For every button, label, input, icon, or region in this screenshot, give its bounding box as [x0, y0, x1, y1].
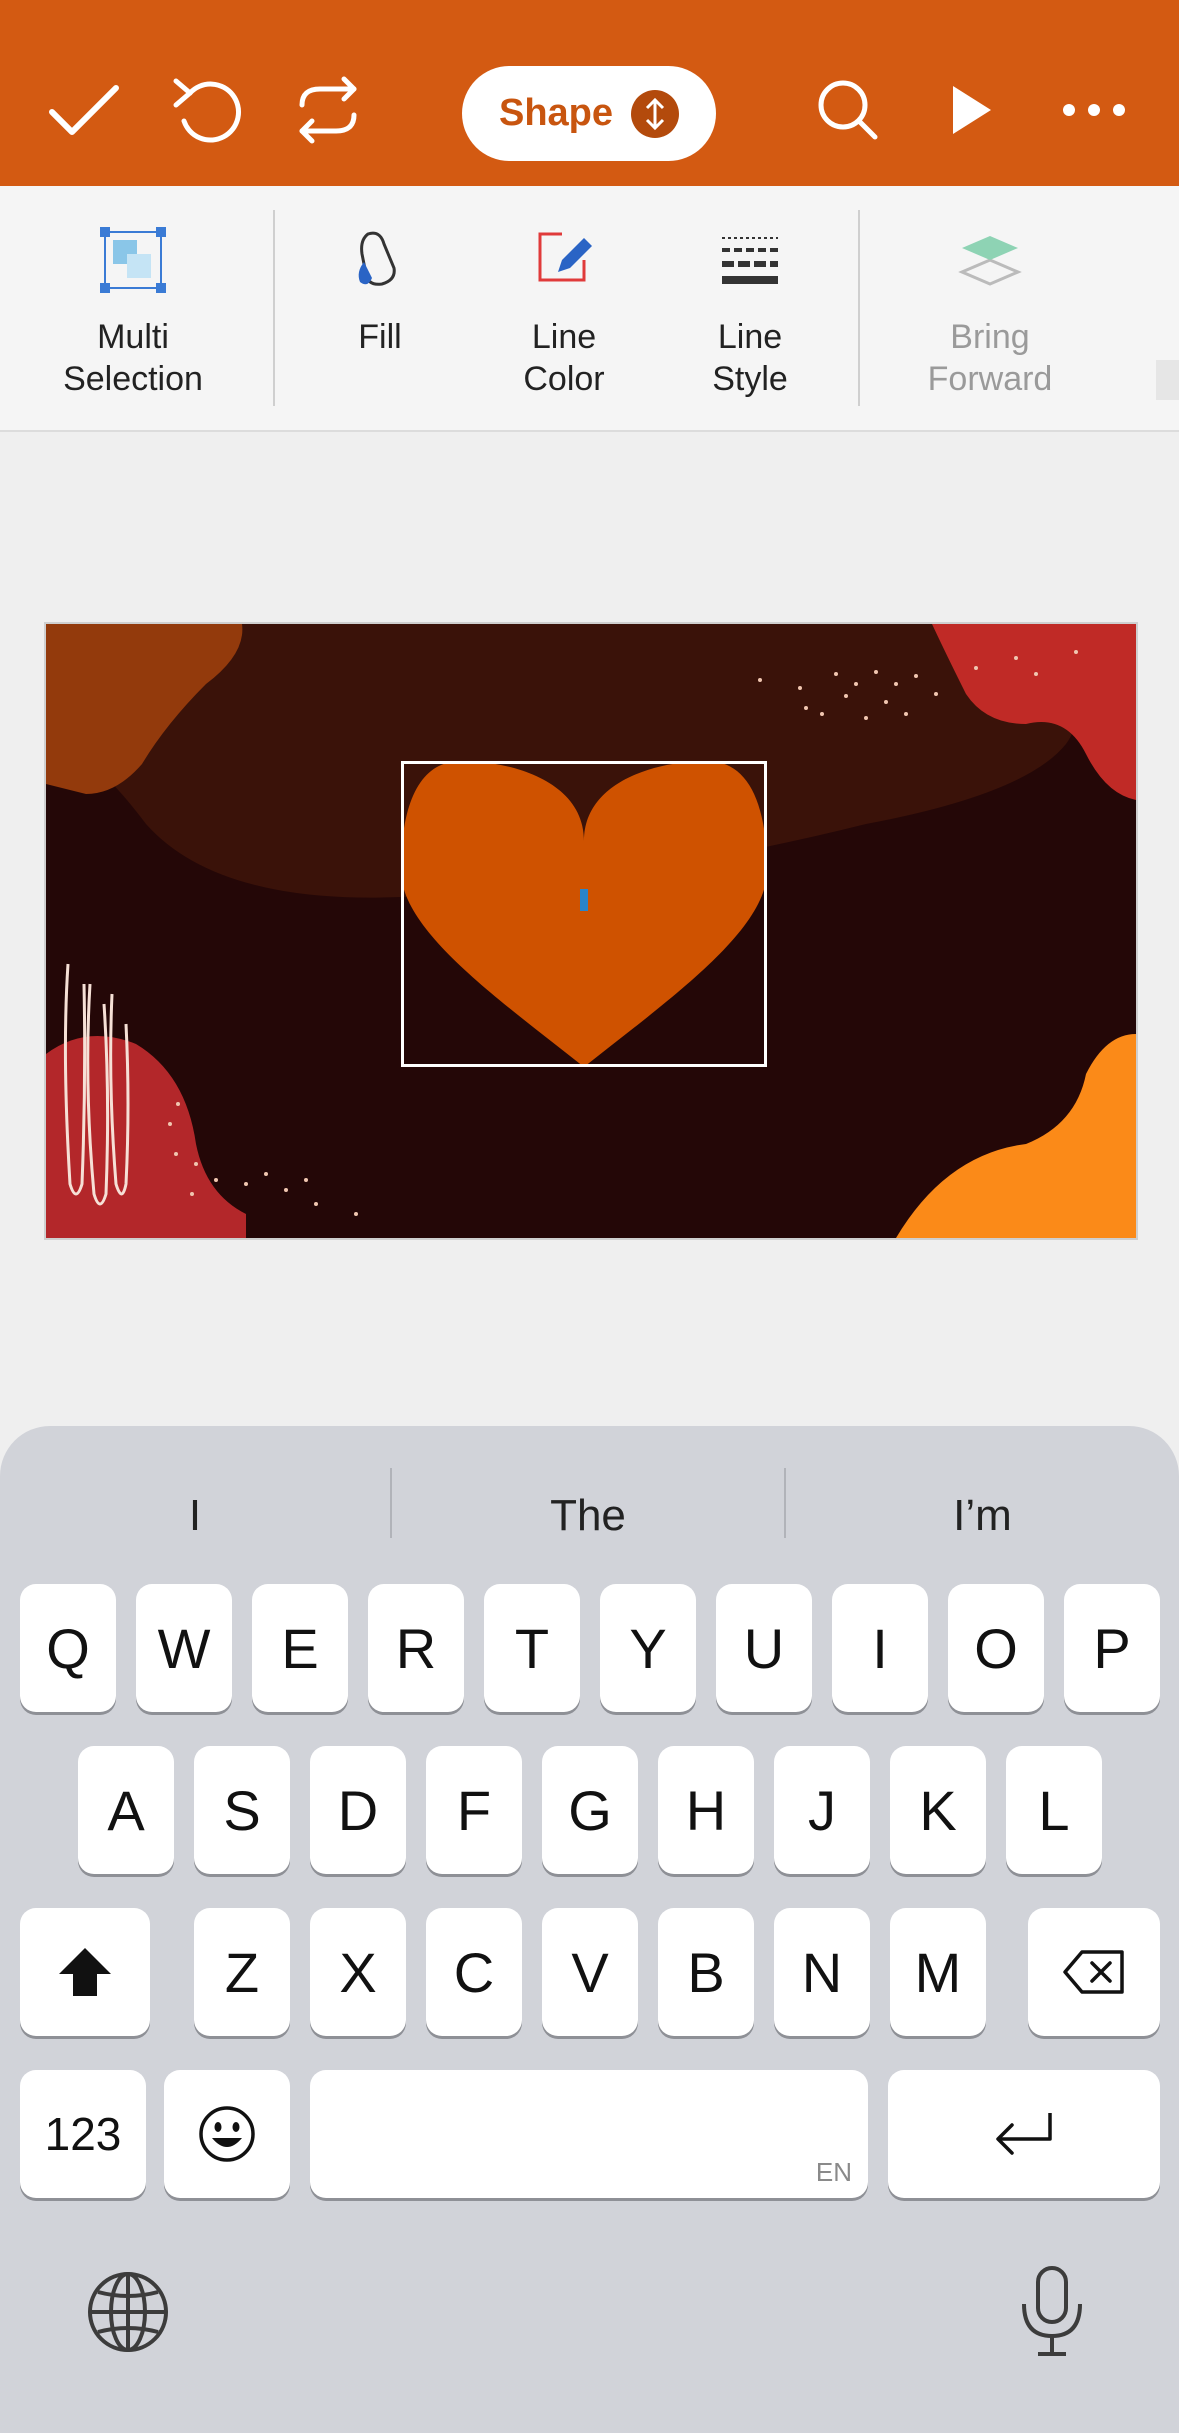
multi-selection-icon: [97, 224, 169, 296]
search-icon[interactable]: [808, 70, 888, 150]
play-icon[interactable]: [932, 70, 1012, 150]
suggestion-2[interactable]: The: [392, 1468, 784, 1564]
key-v[interactable]: V: [542, 1908, 638, 2036]
shift-key[interactable]: [20, 1908, 150, 2036]
key-k[interactable]: K: [890, 1746, 986, 1874]
key-o[interactable]: O: [948, 1584, 1044, 1712]
key-r[interactable]: R: [368, 1584, 464, 1712]
multi-selection-button[interactable]: Multi Selection: [22, 186, 244, 430]
fill-bucket-icon: [344, 224, 416, 296]
line-style-icon: [714, 224, 786, 296]
on-screen-keyboard: I The I’m Q W E R T Y U I O P A S D F G …: [0, 1426, 1179, 2433]
shape-ribbon: Multi Selection Fill Line Color Line Sty…: [0, 186, 1179, 432]
bring-forward-label: Bring Forward: [927, 318, 1053, 398]
key-l[interactable]: L: [1006, 1746, 1102, 1874]
key-b[interactable]: B: [658, 1908, 754, 2036]
key-m[interactable]: M: [890, 1908, 986, 2036]
slide-canvas[interactable]: [44, 622, 1138, 1240]
microphone-icon[interactable]: [1010, 2264, 1094, 2360]
suggestion-1[interactable]: I: [0, 1468, 390, 1564]
key-z[interactable]: Z: [194, 1908, 290, 2036]
key-u[interactable]: U: [716, 1584, 812, 1712]
delete-key[interactable]: [1028, 1908, 1160, 2036]
bring-forward-icon: [954, 224, 1026, 296]
fill-button[interactable]: Fill: [300, 186, 460, 430]
ribbon-divider: [858, 210, 860, 406]
mode-label: Shape: [498, 92, 614, 134]
multi-selection-label: Multi Selection: [63, 318, 203, 398]
up-down-arrows-icon: [631, 89, 680, 138]
key-h[interactable]: H: [658, 1746, 754, 1874]
mode-switch-button[interactable]: Shape: [462, 66, 716, 161]
key-g[interactable]: G: [542, 1746, 638, 1874]
key-s[interactable]: S: [194, 1746, 290, 1874]
key-a[interactable]: A: [78, 1746, 174, 1874]
fill-label: Fill: [358, 318, 402, 356]
line-style-button[interactable]: Line Style: [670, 186, 830, 430]
bring-forward-button[interactable]: Bring Forward: [890, 186, 1090, 430]
key-i[interactable]: I: [832, 1584, 928, 1712]
globe-icon[interactable]: [86, 2270, 170, 2354]
suggestion-3[interactable]: I’m: [786, 1468, 1179, 1564]
line-color-label: Line Color: [523, 318, 605, 398]
key-j[interactable]: J: [774, 1746, 870, 1874]
numbers-key[interactable]: 123: [20, 2070, 146, 2198]
top-toolbar: Shape: [0, 0, 1179, 186]
return-key[interactable]: [888, 2070, 1160, 2198]
key-n[interactable]: N: [774, 1908, 870, 2036]
key-c[interactable]: C: [426, 1908, 522, 2036]
key-p[interactable]: P: [1064, 1584, 1160, 1712]
space-key[interactable]: EN: [310, 2070, 868, 2198]
emoji-icon: [199, 2106, 255, 2162]
selection-box[interactable]: [401, 761, 767, 1067]
line-color-icon: [528, 224, 600, 296]
return-icon: [996, 2113, 1052, 2155]
line-color-button[interactable]: Line Color: [484, 186, 644, 430]
checkmark-icon[interactable]: [44, 70, 124, 150]
key-f[interactable]: F: [426, 1746, 522, 1874]
key-e[interactable]: E: [252, 1584, 348, 1712]
key-t[interactable]: T: [484, 1584, 580, 1712]
shift-icon: [59, 1948, 111, 1996]
ribbon-overflow-edge: [1156, 360, 1179, 400]
key-q[interactable]: Q: [20, 1584, 116, 1712]
language-label: EN: [815, 2157, 852, 2187]
redo-icon[interactable]: [288, 70, 368, 150]
more-icon[interactable]: [1054, 70, 1134, 150]
ribbon-divider: [273, 210, 275, 406]
emoji-key[interactable]: [164, 2070, 290, 2198]
key-x[interactable]: X: [310, 1908, 406, 2036]
undo-icon[interactable]: [166, 70, 246, 150]
key-y[interactable]: Y: [600, 1584, 696, 1712]
line-style-label: Line Style: [712, 318, 788, 398]
key-d[interactable]: D: [310, 1746, 406, 1874]
key-w[interactable]: W: [136, 1584, 232, 1712]
backspace-icon: [1063, 1950, 1124, 1994]
